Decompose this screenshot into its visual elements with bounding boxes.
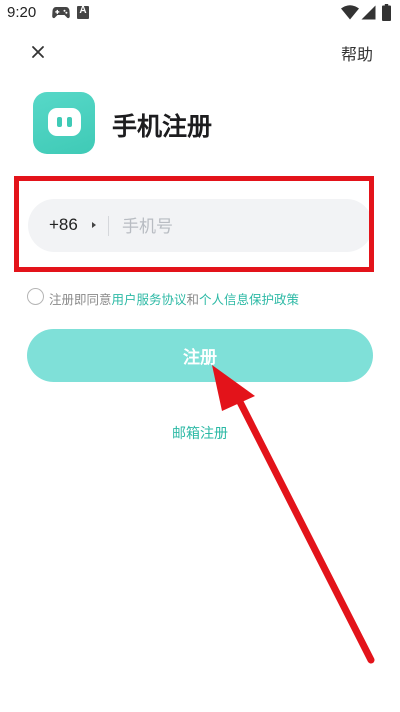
close-icon[interactable] (26, 40, 50, 64)
robot-face-icon (48, 108, 81, 136)
user-agreement-link[interactable]: 用户服务协议 (112, 292, 187, 307)
email-register-link[interactable]: 邮箱注册 (0, 423, 400, 443)
page-title: 手机注册 (112, 112, 213, 141)
a-notification-icon: A (77, 5, 89, 19)
wifi-icon (341, 5, 359, 20)
robot-eye-left (57, 117, 62, 127)
agreement-text: 注册即同意用户服务协议和个人信息保护政策 (49, 289, 299, 308)
register-button[interactable]: 注册 (27, 329, 373, 382)
register-screen: 9:20 A 帮助 手机注册 +86 手机号 注册即同意用户服务协议和个人信息保… (0, 0, 400, 712)
privacy-policy-link[interactable]: 个人信息保护政策 (199, 292, 299, 307)
app-logo (33, 92, 95, 154)
robot-eye-right (67, 117, 72, 127)
signal-icon (361, 5, 376, 20)
agreement-conjunction: 和 (186, 292, 200, 307)
status-bar: 9:20 A (0, 0, 400, 28)
highlight-box (14, 176, 374, 272)
help-link[interactable]: 帮助 (341, 41, 373, 65)
battery-icon (382, 4, 391, 21)
agreement-checkbox[interactable] (27, 288, 44, 305)
gamepad-icon (52, 7, 70, 19)
status-time: 9:20 (7, 4, 37, 21)
agreement-prefix: 注册即同意 (49, 292, 112, 307)
